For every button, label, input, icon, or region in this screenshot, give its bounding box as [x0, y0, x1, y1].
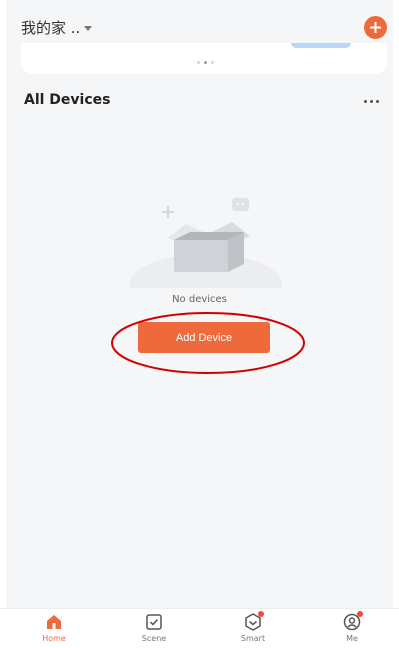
tab-me-label: Me	[346, 634, 358, 643]
app-content: 我的家 .. All Devices No devices Add Device	[6, 0, 393, 610]
pager-dot-active	[204, 61, 207, 64]
smart-badge	[258, 611, 264, 617]
plus-icon	[370, 22, 381, 33]
bottom-tab-bar: Home Scene Smart Me	[0, 608, 399, 648]
more-dots-icon[interactable]	[362, 98, 381, 105]
tab-scene-label: Scene	[141, 634, 167, 643]
pager-dot	[197, 61, 200, 64]
me-badge	[357, 611, 363, 617]
empty-box-illustration-icon	[130, 198, 282, 288]
home-banner[interactable]	[21, 43, 387, 74]
banner-pager	[197, 61, 214, 64]
add-device-button[interactable]: Add Device	[138, 322, 270, 353]
tab-scene[interactable]: Scene	[124, 612, 184, 643]
home-icon	[44, 612, 64, 632]
dropdown-caret-icon	[84, 26, 93, 31]
phone-screen: 我的家 .. All Devices No devices Add Device…	[0, 0, 399, 648]
add-top-button[interactable]	[364, 16, 387, 39]
empty-state-message: No devices	[172, 294, 227, 305]
banner-card-edge	[291, 43, 351, 48]
tab-smart[interactable]: Smart	[223, 611, 283, 643]
home-switcher[interactable]: 我的家 ..	[21, 17, 93, 38]
profile-icon	[342, 611, 363, 632]
section-title: All Devices	[24, 92, 111, 108]
home-name: 我的家 ..	[21, 19, 81, 37]
scene-icon	[144, 612, 164, 632]
tab-me[interactable]: Me	[322, 611, 382, 643]
smart-icon	[243, 611, 264, 632]
pager-dot	[211, 61, 214, 64]
tab-smart-label: Smart	[240, 634, 266, 643]
tab-home[interactable]: Home	[24, 612, 84, 643]
tab-home-label: Home	[42, 634, 66, 643]
